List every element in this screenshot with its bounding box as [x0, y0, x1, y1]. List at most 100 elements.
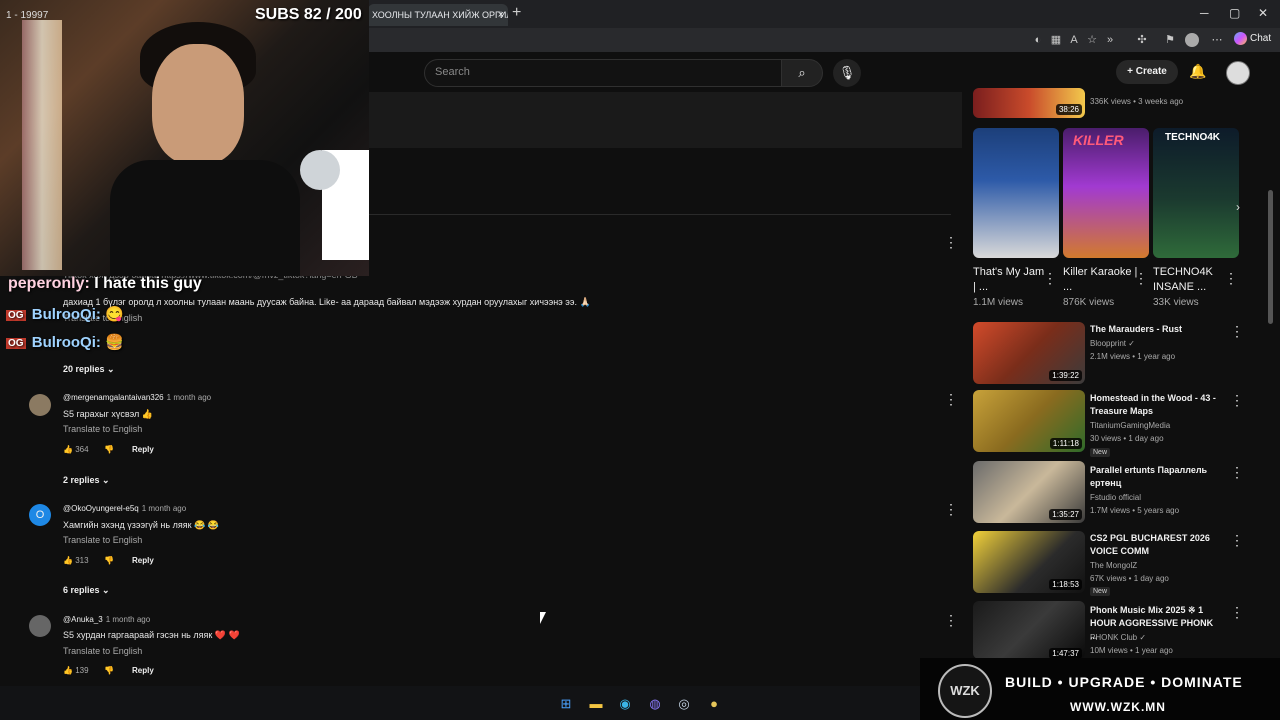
comment-options-icon[interactable]: ⋮: [944, 234, 958, 251]
sound-icon[interactable]: »: [1103, 33, 1117, 47]
windows-start-icon[interactable]: ⊞: [558, 696, 574, 712]
reply-button[interactable]: Reply: [132, 556, 154, 565]
chat-message: peperonly: I hate this guy: [8, 275, 202, 293]
app-icon[interactable]: ●: [706, 696, 722, 712]
short-thumbnail[interactable]: [973, 128, 1059, 258]
edge-browser-icon[interactable]: ◉: [617, 696, 633, 712]
comment-options-icon[interactable]: ⋮: [944, 612, 958, 629]
translate-link[interactable]: Translate to English: [63, 424, 142, 434]
chevron-down-icon: ⌄: [102, 475, 110, 485]
search-input[interactable]: Search: [424, 59, 782, 87]
translate-link[interactable]: Translate to English: [63, 646, 142, 656]
top-replies-toggle[interactable]: 20 replies ⌄: [63, 364, 115, 375]
comment-options-icon[interactable]: ⋮: [944, 501, 958, 518]
video-views: 336K views: [1090, 97, 1131, 106]
profile-icon[interactable]: [1185, 33, 1199, 47]
file-explorer-icon[interactable]: ▬: [588, 696, 604, 712]
replies-toggle[interactable]: 2 replies ⌄: [63, 475, 110, 486]
video-duration: 1:39:22: [1049, 370, 1082, 381]
translate-link[interactable]: Translate to English: [63, 535, 142, 545]
video-meta: 67K views • 1 day ago: [1090, 574, 1169, 583]
tab-close-icon[interactable]: ×: [498, 4, 504, 26]
short-options-icon[interactable]: ⋮: [1224, 270, 1238, 287]
avatar[interactable]: O: [29, 504, 51, 526]
video-thumbnail[interactable]: 1:47:37: [973, 601, 1085, 659]
channel-name[interactable]: TitaniumGamingMedia: [1090, 421, 1170, 430]
dislike-button[interactable]: 👎: [104, 445, 114, 454]
video-options-icon[interactable]: ⋮: [1230, 532, 1244, 549]
short-thumb-text: KILLER: [1073, 132, 1124, 148]
video-options-icon[interactable]: ⋮: [1230, 464, 1244, 481]
video-title[interactable]: Parallel ertunts Параллель ертөнц: [1090, 464, 1222, 490]
comment-author[interactable]: @mergenamgalantaivan326 1 month ago: [63, 393, 211, 402]
more-menu-icon[interactable]: ⋯: [1210, 33, 1224, 47]
video-options-icon[interactable]: ⋮: [1230, 323, 1244, 340]
comment-author[interactable]: @OkoOyungerel-e5q 1 month ago: [63, 504, 186, 513]
discord-icon[interactable]: ◍: [647, 696, 663, 712]
voice-search-button[interactable]: 🎙: [833, 59, 861, 87]
video-thumbnail[interactable]: 1:11:18: [973, 390, 1085, 452]
video-options-icon[interactable]: ⋮: [1230, 604, 1244, 621]
comment-text: S5 гарахыг хүсвэл 👍: [63, 409, 153, 419]
extensions-puzzle-icon[interactable]: ✣: [1135, 33, 1149, 47]
short-options-icon[interactable]: ⋮: [1134, 270, 1148, 287]
copilot-chat-button[interactable]: Chat: [1234, 32, 1271, 45]
short-options-icon[interactable]: ⋮: [1043, 270, 1057, 287]
short-title[interactable]: Killer Karaoke | ...: [1063, 265, 1139, 295]
channel-name[interactable]: The MongolZ: [1090, 561, 1137, 570]
apps-icon[interactable]: ▦: [1049, 33, 1063, 47]
short-title[interactable]: TECHNO4K INSANE ...: [1153, 265, 1229, 295]
dislike-button[interactable]: 👎: [104, 556, 114, 565]
short-thumbnail[interactable]: KILLER: [1063, 128, 1149, 258]
video-options-icon[interactable]: ⋮: [1230, 392, 1244, 409]
comment-options-icon[interactable]: ⋮: [944, 391, 958, 408]
channel-name[interactable]: Fstudio official: [1090, 493, 1141, 502]
dislike-button[interactable]: 👎: [104, 666, 114, 675]
short-title[interactable]: That's My Jam | ...: [973, 265, 1049, 295]
reply-button[interactable]: Reply: [132, 666, 154, 675]
notifications-bell-icon[interactable]: 🔔: [1189, 63, 1206, 80]
page-scrollbar[interactable]: [1268, 190, 1273, 324]
channel-name[interactable]: PHONK Club ✓: [1090, 633, 1146, 642]
like-button[interactable]: 👍 139: [63, 666, 89, 675]
video-thumbnail[interactable]: 1:35:27: [973, 461, 1085, 523]
short-thumbnail[interactable]: TECHNO4K: [1153, 128, 1239, 258]
like-button[interactable]: 👍 313: [63, 556, 89, 565]
create-button[interactable]: + Create: [1116, 60, 1178, 84]
og-badge: OG: [6, 337, 26, 349]
video-meta: 2.1M views • 1 year ago: [1090, 352, 1176, 361]
like-button[interactable]: 👍 364: [63, 445, 89, 454]
author-handle[interactable]: @OkoOyungerel-e5q: [63, 504, 139, 513]
video-title[interactable]: CS2 PGL BUCHAREST 2026 VOICE COMM: [1090, 532, 1222, 558]
minimize-button[interactable]: ─: [1200, 6, 1209, 20]
account-avatar[interactable]: [1226, 61, 1250, 85]
reply-button[interactable]: Reply: [132, 445, 154, 454]
video-title[interactable]: Homestead in the Wood - 43 - Treasure Ma…: [1090, 392, 1222, 418]
favorite-star-icon[interactable]: ☆: [1085, 33, 1099, 47]
author-handle[interactable]: @Anuka_3: [63, 615, 103, 624]
short-views: 33K views: [1153, 297, 1199, 308]
read-aloud-icon[interactable]: A: [1067, 33, 1081, 47]
video-meta: 336K views • 3 weeks ago: [1090, 97, 1184, 106]
shorts-next-icon[interactable]: ›: [1233, 200, 1243, 214]
video-title[interactable]: The Marauders - Rust: [1090, 323, 1222, 336]
author-handle[interactable]: @mergenamgalantaivan326: [63, 393, 164, 402]
close-window-button[interactable]: ✕: [1258, 6, 1268, 20]
avatar[interactable]: [29, 615, 51, 637]
stream-id: 1 - 19997: [6, 10, 49, 21]
steam-icon[interactable]: ◎: [676, 696, 692, 712]
copilot-icon: [1234, 32, 1247, 45]
browser-tab[interactable]: ХООЛНЫ ТУЛААН ХИЙЖ ОРГИЛ ×: [368, 4, 508, 26]
extension-icon[interactable]: ◐: [1031, 33, 1045, 47]
maximize-button[interactable]: ▢: [1229, 6, 1240, 20]
channel-name[interactable]: Bloopprint ✓: [1090, 339, 1135, 348]
video-thumbnail[interactable]: 38:26: [973, 88, 1085, 118]
favorites-bar-icon[interactable]: ⚑: [1163, 33, 1177, 47]
search-button[interactable]: ⌕: [781, 59, 823, 87]
video-thumbnail[interactable]: 1:39:22: [973, 322, 1085, 384]
comment-author[interactable]: @Anuka_3 1 month ago: [63, 615, 150, 624]
replies-toggle[interactable]: 6 replies ⌄: [63, 585, 110, 596]
new-tab-button[interactable]: +: [512, 4, 521, 22]
video-thumbnail[interactable]: 1:18:53: [973, 531, 1085, 593]
avatar[interactable]: [29, 394, 51, 416]
